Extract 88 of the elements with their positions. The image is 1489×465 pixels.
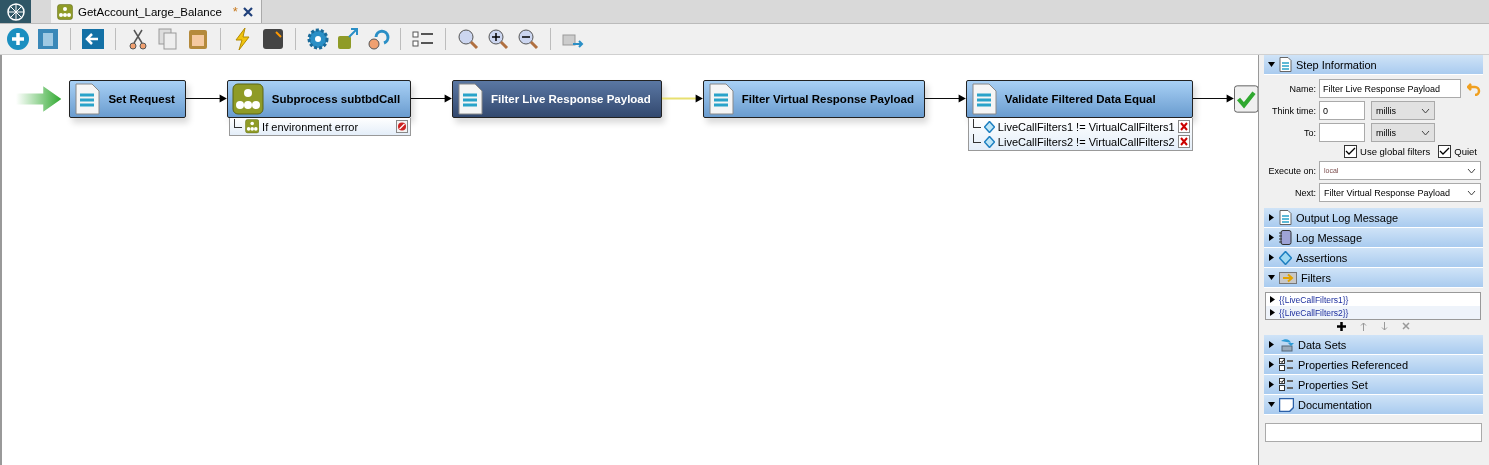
checkbox[interactable] — [1438, 145, 1452, 158]
field-label: Execute on: — [1267, 165, 1316, 176]
expand-triangle-icon[interactable] — [1268, 254, 1275, 261]
document-tab[interactable]: GetAccount_Large_Balance * — [51, 0, 262, 23]
clipboard-icon[interactable] — [186, 27, 210, 51]
unit-dropdown[interactable]: millis — [1371, 101, 1435, 120]
field-label: To: — [1303, 127, 1316, 138]
step-node[interactable]: Subprocess subtbdCall — [226, 80, 412, 118]
start-arrow — [16, 85, 62, 113]
attachment-label: If environment error — [262, 120, 360, 133]
expand-triangle-icon[interactable] — [1268, 341, 1275, 348]
diamond-icon — [983, 135, 995, 148]
field-label: Think time: — [1271, 105, 1316, 116]
step-node[interactable]: Validate Filtered Data Equal — [965, 80, 1193, 118]
section-header[interactable]: Data Sets — [1264, 335, 1483, 355]
section-header[interactable]: Assertions — [1264, 248, 1483, 268]
connector-arrow — [185, 94, 227, 103]
filter-item[interactable]: {{LiveCallFilters2}} — [1266, 306, 1480, 319]
expand-triangle-icon[interactable] — [1268, 214, 1275, 221]
next-step-dropdown[interactable]: Filter Virtual Response Payload — [1319, 183, 1481, 202]
section-header[interactable]: Output Log Message — [1264, 208, 1483, 228]
checklist-icon — [1279, 377, 1294, 392]
delete-icon[interactable] — [1177, 135, 1190, 148]
notebook-icon — [1279, 230, 1292, 245]
wheel-icon — [6, 2, 25, 21]
expand-triangle-icon[interactable] — [1268, 381, 1275, 388]
attachment-label: LiveCallFilters1 != VirtualCallFilters1 — [997, 120, 1175, 133]
section-header[interactable]: Documentation — [1264, 395, 1483, 415]
field-label: Next: — [1294, 187, 1316, 198]
connector-arrow — [411, 94, 452, 103]
expand-triangle-icon[interactable] — [1268, 234, 1275, 241]
add-icon[interactable] — [1337, 322, 1346, 331]
section-header[interactable]: Filters — [1264, 268, 1483, 288]
document-icon — [970, 83, 997, 115]
diamond-icon — [983, 120, 995, 133]
document-icon — [707, 83, 734, 115]
gear-icon[interactable] — [306, 27, 330, 51]
filter-arrow-icon — [1279, 271, 1297, 284]
subprocess-icon — [57, 3, 73, 20]
subprocess-arrow-icon[interactable] — [336, 27, 360, 51]
collapse-triangle-icon[interactable] — [1268, 274, 1275, 281]
document-icon — [457, 83, 483, 115]
data-set-icon — [1279, 337, 1294, 352]
zoom-out-icon[interactable] — [516, 27, 540, 51]
checkbox[interactable] — [1344, 145, 1358, 158]
section-header[interactable]: Properties Referenced — [1264, 355, 1483, 375]
name-field[interactable]: Filter Live Response Payload — [1319, 79, 1461, 98]
undo-step-icon[interactable] — [366, 27, 390, 51]
connector-arrow — [925, 94, 966, 103]
chevron-down-icon — [1421, 129, 1430, 136]
to-field[interactable] — [1319, 123, 1365, 142]
subprocess-icon — [231, 83, 264, 115]
subprocess-icon — [244, 119, 260, 134]
section-header[interactable]: Step Information — [1264, 55, 1483, 75]
collapse-triangle-icon[interactable] — [1268, 61, 1275, 68]
home-tab[interactable] — [0, 0, 31, 23]
think-time-field[interactable]: 0 — [1319, 101, 1365, 120]
unit-dropdown[interactable]: millis — [1371, 123, 1435, 142]
diamond-icon — [1279, 250, 1292, 265]
field-label: Name: — [1288, 83, 1316, 94]
step-node[interactable]: Filter Virtual Response Payload — [702, 80, 925, 118]
connector-arrow — [661, 94, 703, 103]
chevron-down-icon — [1421, 107, 1430, 114]
connector-arrow — [1192, 94, 1234, 103]
step-node[interactable]: Set Request — [69, 80, 186, 118]
collapse-triangle-icon[interactable] — [1268, 401, 1275, 408]
zoom-in-icon[interactable] — [486, 27, 510, 51]
expand-triangle-icon[interactable] — [1268, 361, 1275, 368]
checklist-icon — [1279, 357, 1294, 372]
documentation-field[interactable] — [1265, 423, 1482, 442]
section-header[interactable]: Log Message — [1264, 228, 1483, 248]
close-icon[interactable] — [242, 6, 253, 17]
search-icon[interactable] — [456, 27, 480, 51]
document-icon — [1279, 57, 1292, 72]
trash-icon[interactable] — [36, 27, 60, 51]
section-header[interactable]: Properties Set — [1264, 375, 1483, 395]
attachment-label: LiveCallFilters2 != VirtualCallFilters2 — [997, 135, 1175, 148]
scissors-icon[interactable] — [126, 27, 150, 51]
document-icon — [1279, 210, 1292, 225]
note-icon — [1279, 397, 1294, 412]
step-node[interactable]: Filter Live Response Payload — [452, 80, 662, 118]
document-icon — [74, 83, 101, 115]
chevron-down-icon — [1467, 167, 1476, 174]
stop-icon — [396, 120, 409, 133]
quiet-checkbox[interactable]: Quiet — [1438, 145, 1477, 158]
chevron-down-icon — [1467, 189, 1476, 196]
use-global-filters-checkbox[interactable]: Use global filters — [1344, 145, 1431, 158]
delete-icon[interactable] — [1177, 120, 1190, 133]
